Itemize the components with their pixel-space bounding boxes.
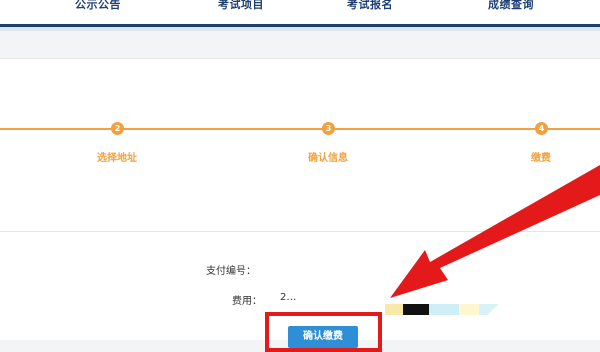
step-4-label: 缴费 bbox=[531, 153, 551, 164]
nav-item-announcements[interactable]: 公示公告 bbox=[75, 0, 121, 12]
color-strip-black bbox=[403, 304, 429, 315]
top-nav: 公示公告 考试项目 考试报名 成绩查询 bbox=[0, 0, 600, 27]
confirm-payment-button[interactable]: 确认缴费 bbox=[288, 326, 358, 348]
nav-item-exam-projects[interactable]: 考试项目 bbox=[218, 0, 264, 12]
step-2-marker: 2 bbox=[111, 122, 124, 135]
color-strip-yellow bbox=[385, 304, 403, 315]
nav-item-score-query[interactable]: 成绩查询 bbox=[488, 0, 534, 12]
fee-value: 2… bbox=[280, 292, 297, 303]
nav-item-exam-registration[interactable]: 考试报名 bbox=[347, 0, 393, 12]
step-3-marker: 3 bbox=[322, 122, 335, 135]
step-4-marker: 4 bbox=[535, 122, 548, 135]
fee-label: 费用： bbox=[232, 296, 262, 307]
step-2-label: 选择地址 bbox=[97, 153, 137, 164]
order-number-label: 支付编号： bbox=[206, 266, 256, 277]
color-strip-cyan bbox=[429, 304, 459, 315]
step-3-label: 确认信息 bbox=[308, 153, 348, 164]
step-progress-line bbox=[0, 128, 600, 130]
nav-divider bbox=[0, 27, 600, 31]
step-progress-panel: 2 选择地址 3 确认信息 4 缴费 bbox=[0, 58, 600, 232]
color-strip-light bbox=[459, 304, 479, 315]
